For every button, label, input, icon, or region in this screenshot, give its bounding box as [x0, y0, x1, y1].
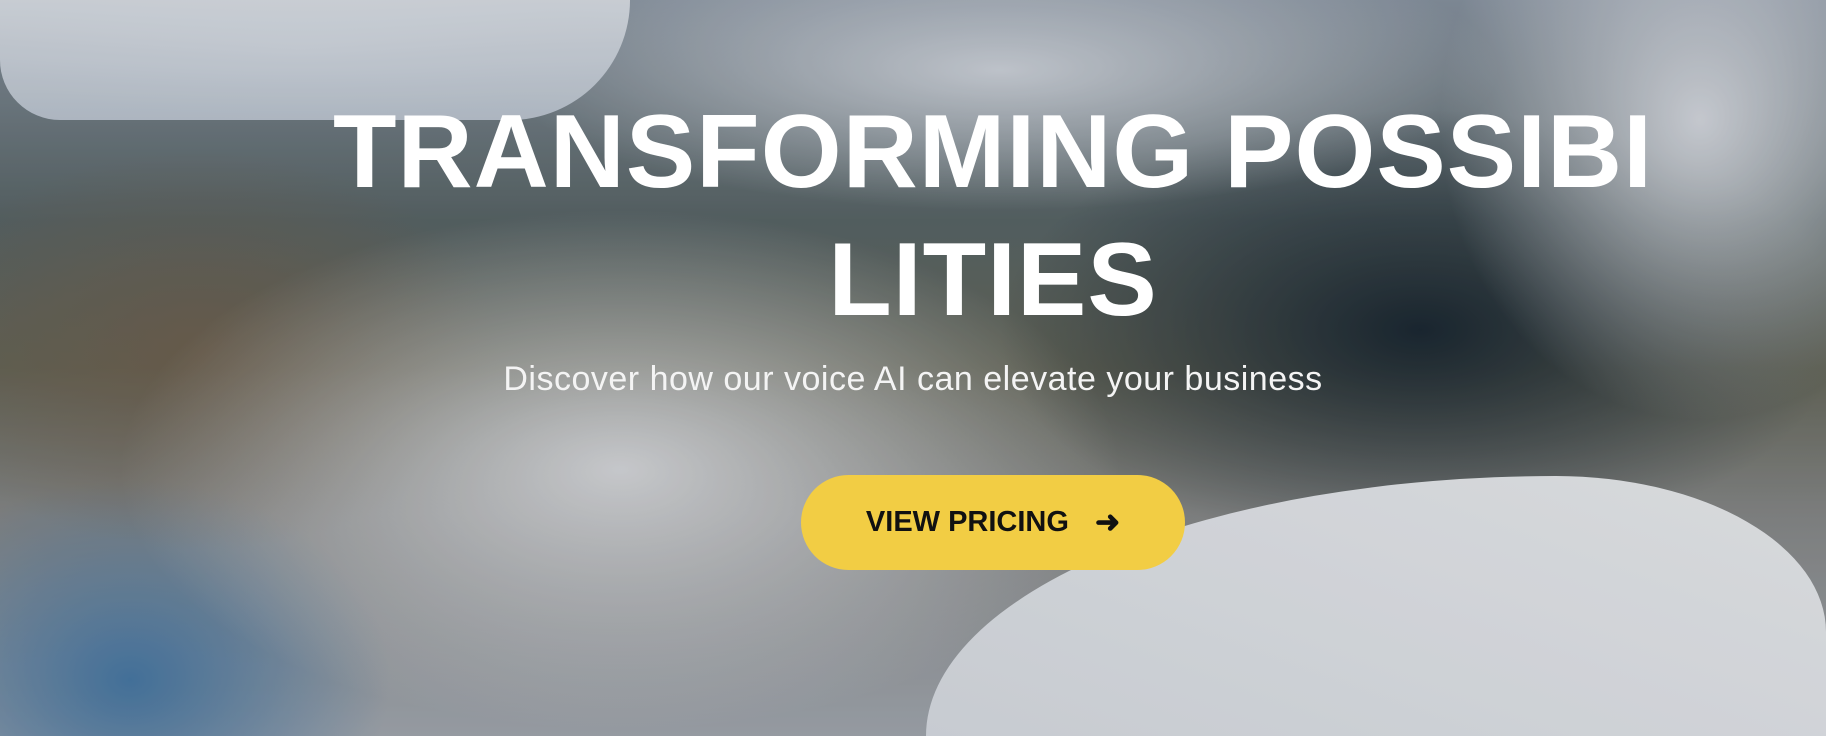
view-pricing-label: VIEW PRICING — [865, 506, 1069, 538]
hero-title-text: TRANSFORMING POSSIBILITIES — [332, 94, 1654, 338]
hero-subtitle: Discover how our voice AI can elevate yo… — [503, 360, 1323, 398]
hero-section: TRANSFORMING POSSIBILITIES Discover how … — [0, 0, 1826, 736]
view-pricing-button[interactable]: VIEW PRICING ➜ — [801, 475, 1185, 570]
page: TRANSFORMING POSSIBILITIES Discover how … — [0, 0, 1826, 736]
hero-title: TRANSFORMING POSSIBILITIES — [243, 88, 1743, 344]
arrow-right-icon: ➜ — [1094, 506, 1121, 539]
